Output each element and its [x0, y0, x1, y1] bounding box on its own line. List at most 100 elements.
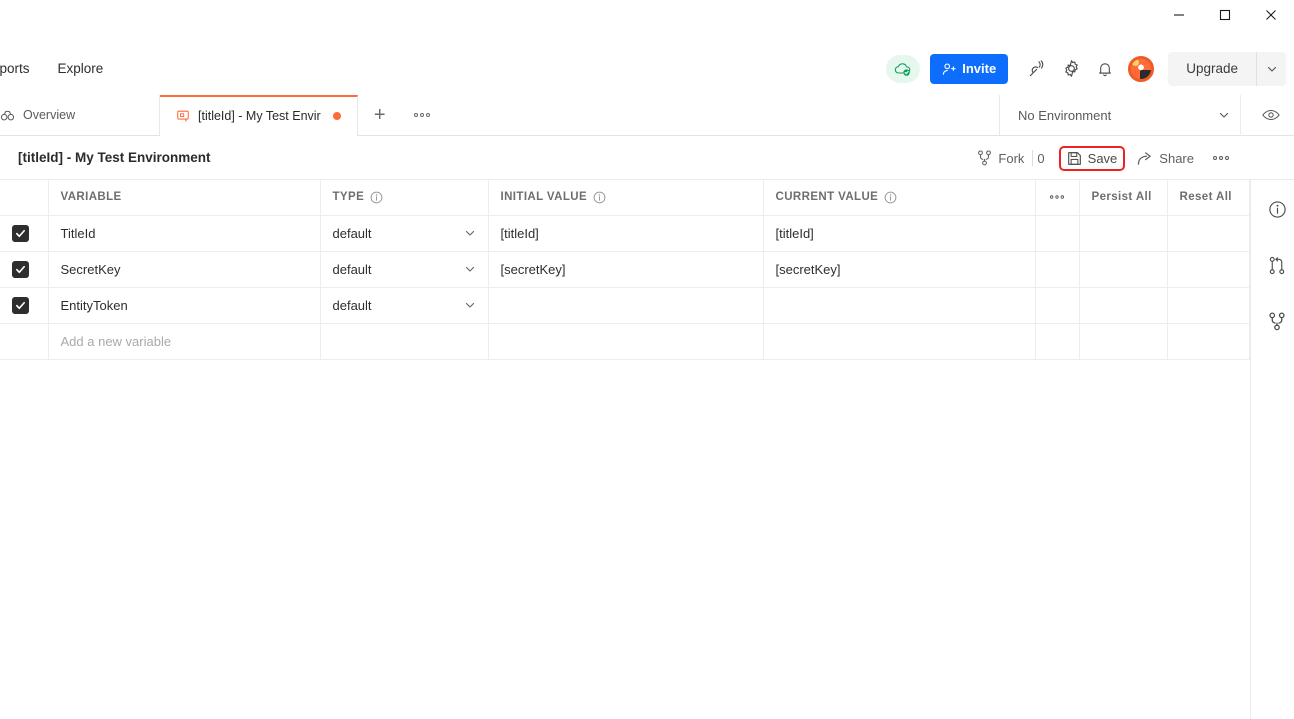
row-checkbox[interactable]	[0, 251, 48, 287]
tab-environment-label: [titleId] - My Test Envir	[198, 109, 321, 123]
fork-label: Fork	[998, 151, 1024, 166]
environment-more-button[interactable]	[1202, 155, 1240, 161]
environment-selector-value: No Environment	[1018, 108, 1111, 123]
row-persist[interactable]	[1079, 251, 1167, 287]
header-actions: Invite	[886, 42, 1286, 95]
pull-request-icon[interactable]	[1260, 248, 1294, 282]
row-type-select[interactable]: default	[320, 251, 488, 287]
row-type-select[interactable]: default	[320, 215, 488, 251]
person-add-icon	[942, 62, 956, 76]
header-select-all	[0, 180, 48, 215]
add-row-type[interactable]	[320, 323, 488, 359]
add-row-checkbox	[0, 323, 48, 359]
environment-header-bar: [titleId] - My Test Environment Fork 0	[0, 136, 1294, 180]
row-initial-value[interactable]	[488, 287, 763, 323]
satellite-antenna-icon[interactable]	[1020, 52, 1054, 86]
window-titlebar	[0, 0, 1294, 42]
add-row-persist	[1079, 323, 1167, 359]
new-tab-button[interactable]: +	[358, 95, 402, 135]
row-current-value[interactable]: [titleId]	[763, 215, 1035, 251]
share-button[interactable]: Share	[1129, 151, 1202, 166]
page-title: [titleId] - My Test Environment	[18, 150, 211, 165]
row-reset[interactable]	[1167, 287, 1249, 323]
minimize-button[interactable]	[1156, 0, 1202, 30]
info-circle-icon[interactable]	[1260, 192, 1294, 226]
binoculars-icon	[0, 108, 15, 123]
row-variable-name[interactable]: EntityToken	[48, 287, 320, 323]
upgrade-button[interactable]: Upgrade	[1168, 61, 1256, 76]
save-label: Save	[1088, 151, 1118, 166]
invite-label: Invite	[962, 61, 996, 76]
gear-icon[interactable]	[1054, 52, 1088, 86]
invite-button[interactable]: Invite	[930, 54, 1008, 84]
header-variable-label: VARIABLE	[61, 191, 122, 203]
header-type: TYPE	[320, 180, 488, 215]
tab-strip: Overview [titleId] - My Test Envir + No …	[0, 95, 1294, 136]
row-actions[interactable]	[1035, 251, 1079, 287]
table-row[interactable]: EntityToken default	[0, 287, 1249, 323]
add-row-initial-value[interactable]	[488, 323, 763, 359]
row-actions[interactable]	[1035, 215, 1079, 251]
row-current-value[interactable]: [secretKey]	[763, 251, 1035, 287]
tab-environment[interactable]: [titleId] - My Test Envir	[160, 95, 358, 135]
nav-link-explore[interactable]: Explore	[44, 55, 118, 82]
row-type-value: default	[333, 298, 372, 313]
checkbox-checked-icon	[12, 225, 29, 242]
row-type-select[interactable]: default	[320, 287, 488, 323]
table-row[interactable]: SecretKey default [secretKey] [secretKey…	[0, 251, 1249, 287]
fork-button[interactable]: Fork	[969, 150, 1032, 166]
row-checkbox[interactable]	[0, 287, 48, 323]
bell-icon[interactable]	[1088, 52, 1122, 86]
header-nav: eports Explore	[0, 55, 117, 82]
add-row-current-value[interactable]	[763, 323, 1035, 359]
header-initial-value-label: INITIAL VALUE	[501, 191, 588, 203]
persist-all-button[interactable]: Persist All	[1079, 180, 1167, 215]
add-variable-input[interactable]: Add a new variable	[48, 323, 320, 359]
tab-overview[interactable]: Overview	[0, 95, 160, 135]
upgrade-group: Upgrade	[1168, 52, 1286, 86]
chevron-down-icon	[464, 263, 476, 275]
environment-icon	[176, 109, 190, 123]
bulk-edit-button[interactable]	[1035, 180, 1079, 215]
tab-overview-label: Overview	[23, 108, 75, 122]
row-current-value[interactable]	[763, 287, 1035, 323]
add-variable-row[interactable]: Add a new variable	[0, 323, 1249, 359]
row-persist[interactable]	[1079, 287, 1167, 323]
share-label: Share	[1159, 151, 1194, 166]
fork-count: 0	[1033, 151, 1054, 166]
environment-selector[interactable]: No Environment	[1000, 95, 1248, 135]
header-initial-value: INITIAL VALUE	[488, 180, 763, 215]
row-type-value: default	[333, 226, 372, 241]
floppy-disk-icon	[1067, 151, 1082, 166]
fork-icon[interactable]	[1260, 304, 1294, 338]
cloud-sync-icon[interactable]	[886, 55, 920, 83]
postman-window: eports Explore Search Postman	[0, 0, 1294, 719]
content-area: VARIABLE TYPE INIT	[0, 180, 1294, 719]
save-button[interactable]: Save	[1067, 151, 1118, 166]
checkbox-checked-icon	[12, 297, 29, 314]
row-checkbox[interactable]	[0, 215, 48, 251]
app-header: eports Explore Search Postman	[0, 42, 1294, 95]
header-current-value-label: CURRENT VALUE	[776, 191, 879, 203]
add-row-reset	[1167, 323, 1249, 359]
row-reset[interactable]	[1167, 251, 1249, 287]
avatar[interactable]	[1128, 56, 1154, 82]
table-row[interactable]: TitleId default [titleId] [titleId]	[0, 215, 1249, 251]
row-initial-value[interactable]: [secretKey]	[488, 251, 763, 287]
info-icon[interactable]	[884, 191, 897, 204]
row-reset[interactable]	[1167, 215, 1249, 251]
save-button-highlight: Save	[1059, 146, 1126, 171]
close-button[interactable]	[1248, 0, 1294, 30]
upgrade-dropdown-button[interactable]	[1256, 52, 1286, 86]
info-icon[interactable]	[593, 191, 606, 204]
tab-overflow-button[interactable]	[402, 95, 442, 135]
row-initial-value[interactable]: [titleId]	[488, 215, 763, 251]
row-actions[interactable]	[1035, 287, 1079, 323]
info-icon[interactable]	[370, 191, 383, 204]
row-persist[interactable]	[1079, 215, 1167, 251]
nav-link-reports[interactable]: eports	[0, 55, 44, 82]
maximize-button[interactable]	[1202, 0, 1248, 30]
reset-all-button[interactable]: Reset All	[1167, 180, 1249, 215]
row-variable-name[interactable]: SecretKey	[48, 251, 320, 287]
row-variable-name[interactable]: TitleId	[48, 215, 320, 251]
